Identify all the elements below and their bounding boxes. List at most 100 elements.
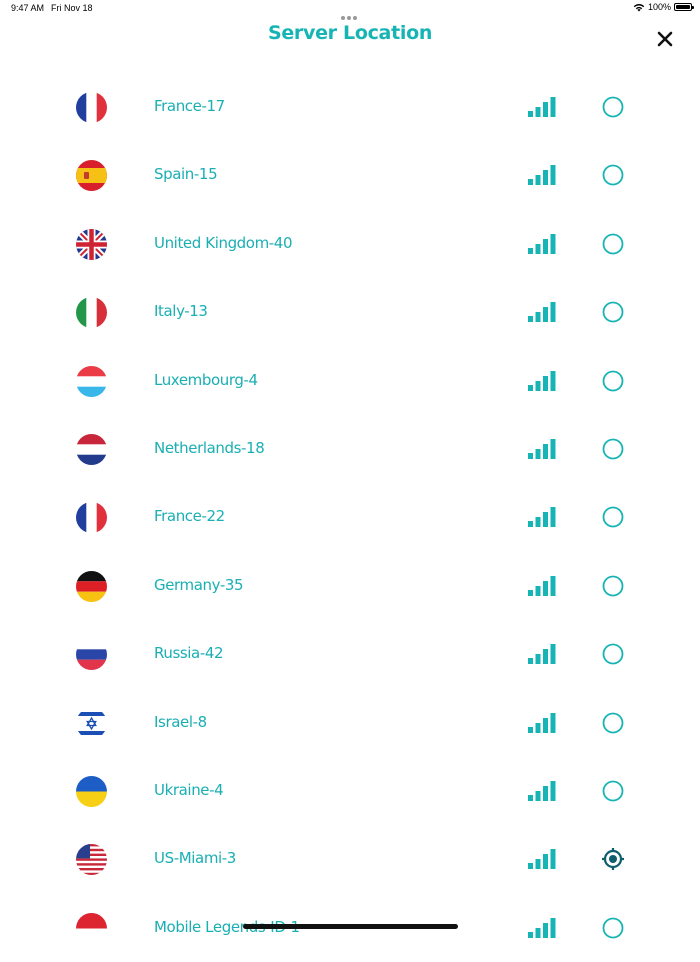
server-name: Spain-15 bbox=[154, 165, 218, 184]
server-name: Russia-42 bbox=[154, 644, 224, 663]
page-title: Server Location bbox=[267, 22, 433, 44]
server-select-radio[interactable] bbox=[602, 575, 624, 597]
server-select-radio[interactable] bbox=[602, 96, 624, 118]
israel-flag-icon bbox=[76, 707, 107, 739]
ukraine-flag-icon bbox=[76, 775, 107, 807]
server-name: France-22 bbox=[154, 507, 225, 526]
signal-icon bbox=[528, 233, 556, 254]
server-name: Italy-13 bbox=[154, 302, 208, 321]
status-date: Fri Nov 18 bbox=[51, 3, 93, 13]
server-selected-indicator[interactable] bbox=[602, 848, 624, 871]
server-select-radio[interactable] bbox=[602, 233, 624, 255]
home-indicator[interactable] bbox=[243, 924, 458, 929]
signal-icon bbox=[528, 712, 556, 733]
france-flag-icon bbox=[76, 92, 107, 123]
signal-strength bbox=[528, 780, 556, 802]
server-row[interactable]: Ukraine-4 bbox=[0, 757, 700, 825]
server-select-radio[interactable] bbox=[602, 780, 624, 802]
signal-strength bbox=[528, 438, 556, 460]
server-select-radio[interactable] bbox=[602, 506, 624, 528]
server-row[interactable]: Luxembourg-4 bbox=[0, 347, 700, 415]
russia-flag-icon bbox=[76, 639, 107, 671]
server-name: France-17 bbox=[154, 97, 225, 115]
spain-flag-icon bbox=[76, 160, 107, 192]
signal-icon bbox=[528, 97, 556, 117]
radio-unselected-icon bbox=[602, 780, 624, 802]
server-select-radio[interactable] bbox=[602, 301, 624, 323]
radio-unselected-icon bbox=[602, 575, 624, 597]
location-target-icon bbox=[602, 848, 624, 871]
radio-unselected-icon bbox=[602, 506, 624, 528]
battery-icon bbox=[674, 3, 694, 11]
server-name: US-Miami-3 bbox=[154, 849, 236, 868]
server-row[interactable]: Germany-35 bbox=[0, 552, 700, 620]
server-name: Israel-8 bbox=[154, 712, 207, 731]
server-row[interactable]: Spain-15 bbox=[0, 141, 700, 209]
battery-percentage: 100% bbox=[647, 2, 671, 12]
radio-unselected-icon bbox=[602, 233, 624, 255]
signal-strength bbox=[528, 233, 556, 255]
radio-unselected-icon bbox=[602, 301, 624, 323]
header: Server Location bbox=[0, 18, 700, 58]
radio-unselected-icon bbox=[602, 712, 624, 733]
server-name: Ukraine-4 bbox=[154, 780, 224, 799]
server-name: Germany-35 bbox=[154, 575, 244, 594]
server-name: United Kingdom-40 bbox=[154, 233, 293, 252]
status-right: 100% bbox=[633, 2, 694, 12]
server-select-radio[interactable] bbox=[602, 164, 624, 186]
signal-icon bbox=[528, 575, 556, 596]
close-button[interactable] bbox=[652, 26, 678, 52]
france-flag-icon bbox=[76, 502, 107, 534]
server-select-radio[interactable] bbox=[602, 917, 624, 939]
italy-flag-icon bbox=[76, 297, 107, 329]
signal-strength bbox=[528, 96, 556, 118]
server-select-radio[interactable] bbox=[602, 643, 624, 665]
signal-icon bbox=[528, 917, 556, 938]
signal-strength bbox=[528, 506, 556, 528]
server-select-radio[interactable] bbox=[602, 438, 624, 460]
signal-icon bbox=[528, 438, 556, 459]
server-row[interactable]: Italy-13 bbox=[0, 278, 700, 346]
usa-flag-icon bbox=[76, 844, 107, 876]
signal-icon bbox=[528, 507, 556, 528]
signal-strength bbox=[528, 301, 556, 323]
signal-strength bbox=[528, 712, 556, 734]
server-row[interactable]: United Kingdom-40 bbox=[0, 210, 700, 278]
signal-strength bbox=[528, 370, 556, 392]
signal-icon bbox=[528, 370, 556, 391]
indonesia-flag-icon bbox=[76, 912, 107, 944]
signal-icon bbox=[528, 644, 556, 665]
server-row[interactable]: Netherlands-18 bbox=[0, 415, 700, 483]
status-bar: 9:47 AM Fri Nov 18 100% bbox=[0, 0, 700, 20]
server-row[interactable]: France-22 bbox=[0, 483, 700, 551]
radio-unselected-icon bbox=[602, 438, 624, 460]
server-row[interactable]: US-Miami-3 bbox=[0, 825, 700, 893]
server-name: Netherlands-18 bbox=[154, 438, 265, 457]
signal-icon bbox=[528, 849, 556, 870]
server-select-radio[interactable] bbox=[602, 370, 624, 392]
netherlands-flag-icon bbox=[76, 433, 107, 465]
signal-strength bbox=[528, 164, 556, 186]
signal-icon bbox=[528, 165, 556, 186]
germany-flag-icon bbox=[76, 570, 107, 602]
server-row[interactable]: Israel-8 bbox=[0, 689, 700, 757]
server-row[interactable]: Russia-42 bbox=[0, 620, 700, 688]
close-icon bbox=[657, 31, 673, 47]
signal-strength bbox=[528, 917, 556, 939]
signal-strength bbox=[528, 848, 556, 870]
radio-unselected-icon bbox=[602, 370, 624, 391]
radio-unselected-icon bbox=[602, 643, 624, 665]
luxembourg-flag-icon bbox=[76, 365, 107, 397]
signal-icon bbox=[528, 780, 556, 801]
signal-strength bbox=[528, 643, 556, 665]
server-row[interactable]: France-17 bbox=[0, 73, 700, 141]
wifi-icon bbox=[633, 3, 645, 11]
radio-unselected-icon bbox=[602, 164, 624, 186]
server-list: France-17 Spain-15 United Kingdom-40 Italy-… bbox=[0, 73, 700, 962]
server-name: Luxembourg-4 bbox=[154, 370, 258, 389]
server-select-radio[interactable] bbox=[602, 712, 624, 734]
status-time: 9:47 AM bbox=[11, 3, 45, 13]
uk-flag-icon bbox=[76, 228, 107, 260]
radio-unselected-icon bbox=[602, 96, 624, 118]
radio-unselected-icon bbox=[602, 917, 624, 939]
